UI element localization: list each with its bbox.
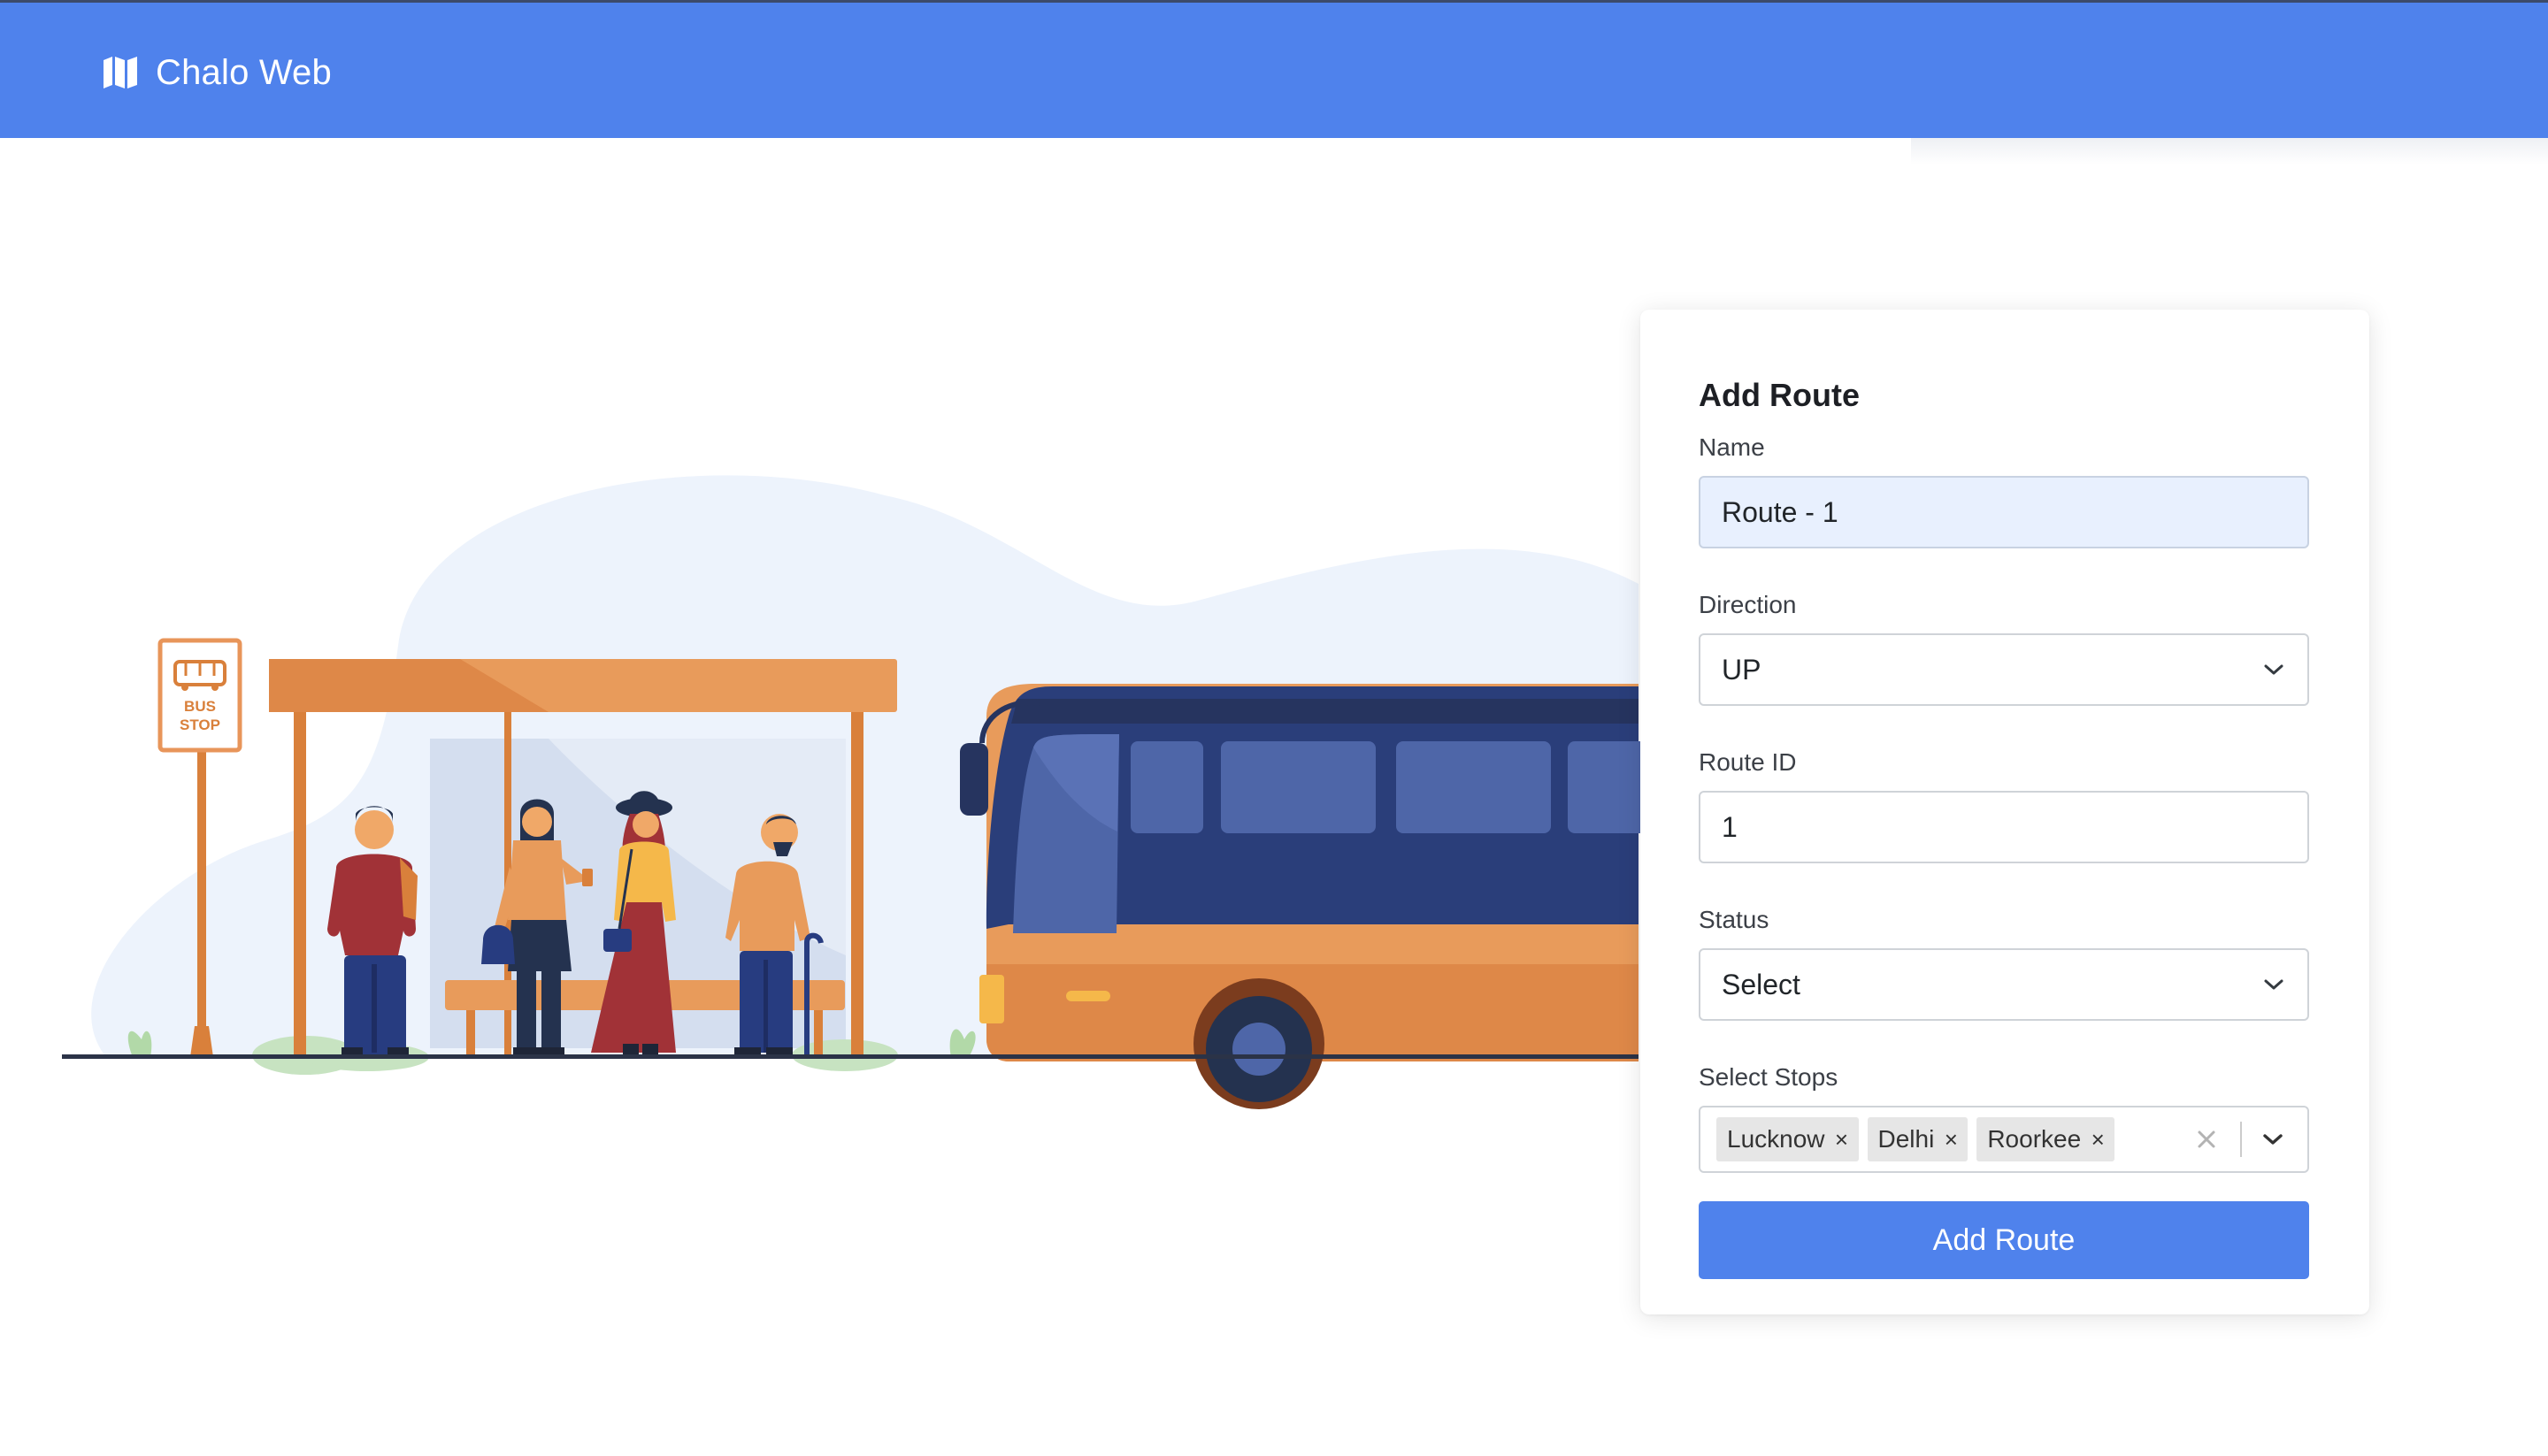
name-value: Route - 1	[1722, 495, 1838, 528]
chevron-down-icon	[2264, 979, 2283, 990]
name-label: Name	[1699, 433, 1765, 461]
brand[interactable]: Chalo Web	[101, 47, 332, 98]
ground-line	[62, 1054, 1639, 1059]
name-input[interactable]: Route - 1	[1699, 476, 2309, 548]
stops-multiselect[interactable]: Lucknow × Delhi × Roorkee ×	[1699, 1106, 2309, 1173]
stop-chip-label: Lucknow	[1727, 1125, 1825, 1153]
bus-stop-sign-pole	[197, 750, 206, 1055]
stop-chip-label: Delhi	[1877, 1125, 1935, 1153]
add-route-button[interactable]: Add Route	[1699, 1201, 2309, 1279]
direction-select[interactable]: UP	[1699, 633, 2309, 706]
stop-chip-label: Roorkee	[1987, 1125, 2082, 1153]
brand-name: Chalo Web	[156, 52, 332, 92]
bus-stop-sign	[157, 638, 242, 753]
shelter-pole	[294, 712, 306, 1057]
remove-icon[interactable]: ×	[1934, 1117, 1968, 1161]
close-icon[interactable]	[2192, 1125, 2221, 1153]
indicator-separator	[2240, 1122, 2242, 1157]
remove-icon[interactable]: ×	[1825, 1117, 1859, 1161]
bus	[960, 684, 1646, 1109]
direction-value: UP	[1722, 653, 1761, 686]
route-id-value: 1	[1722, 810, 1738, 843]
route-id-label: Route ID	[1699, 748, 1797, 776]
top-navbar: Chalo Web	[0, 0, 2548, 138]
remove-icon[interactable]: ×	[2081, 1117, 2114, 1161]
form-title: Add Route	[1699, 377, 1860, 413]
bus-mirror	[960, 743, 988, 816]
bus-stop-illustration: BUS STOP	[62, 475, 1646, 1109]
map-icon	[104, 57, 137, 88]
stop-chip: Lucknow ×	[1716, 1117, 1859, 1161]
status-select[interactable]: Select	[1699, 948, 2309, 1021]
sign-text: BUS	[184, 698, 216, 715]
sign-text: STOP	[180, 717, 220, 733]
chevron-down-icon	[2264, 664, 2283, 675]
navbar-shadow	[1911, 138, 2548, 165]
stop-chip: Roorkee ×	[1976, 1117, 2115, 1161]
close-icon-glyph	[2198, 1130, 2215, 1148]
headlight	[979, 975, 1004, 1023]
status-label: Status	[1699, 906, 1769, 933]
route-id-input[interactable]: 1	[1699, 791, 2309, 863]
shelter-pole	[851, 712, 863, 1057]
add-route-card: Add Route Name Route - 1 Direction UP Ro…	[1640, 310, 2369, 1314]
chevron-down-icon[interactable]	[2261, 1131, 2284, 1147]
stop-chip: Delhi ×	[1867, 1117, 1969, 1161]
direction-label: Direction	[1699, 591, 1797, 618]
stops-label: Select Stops	[1699, 1063, 1838, 1091]
status-value: Select	[1722, 968, 1800, 1000]
